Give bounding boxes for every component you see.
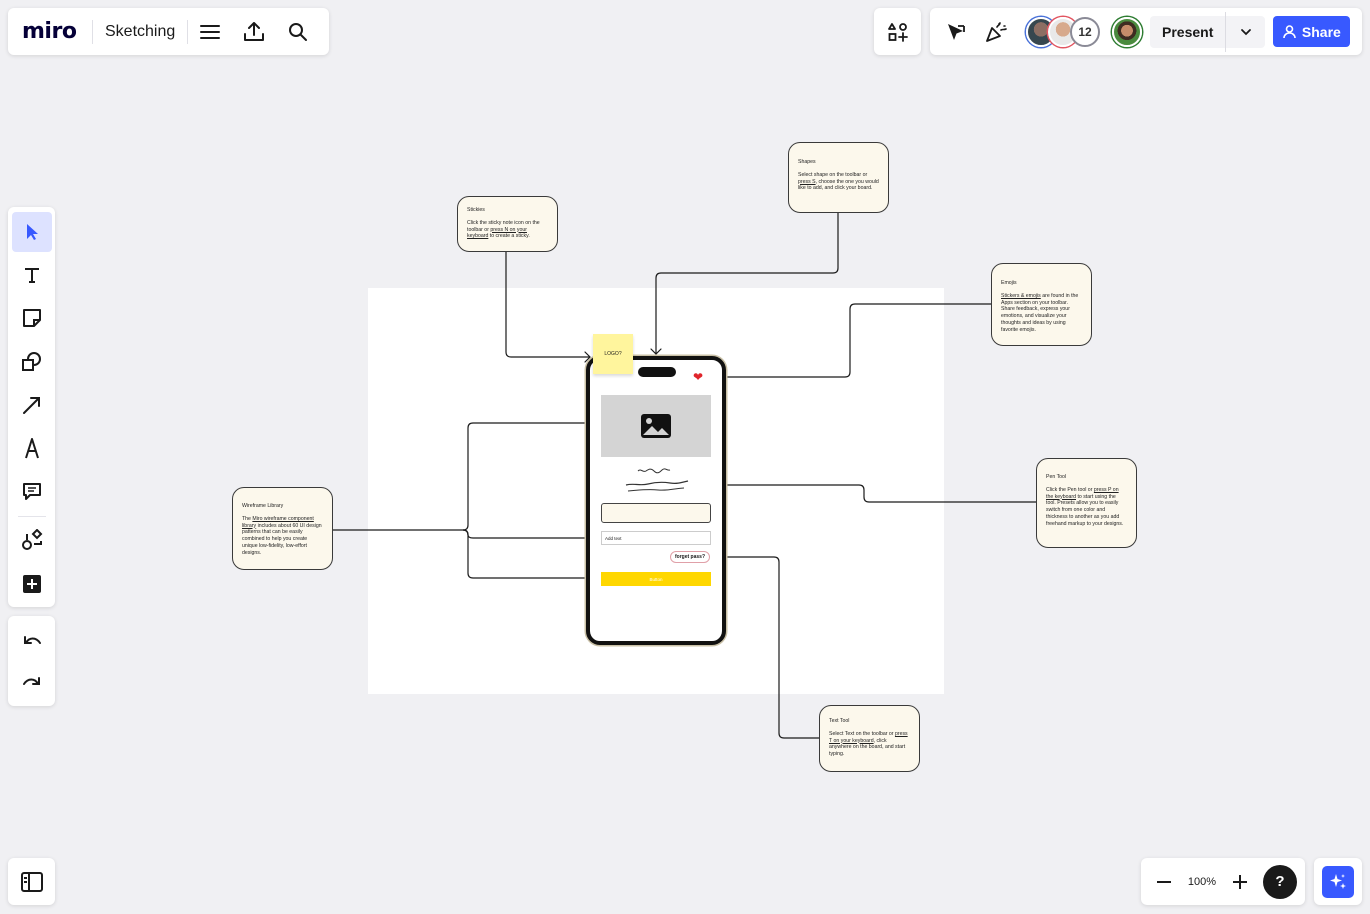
celebrate-button[interactable] [976, 12, 1016, 52]
miro-logo[interactable]: miro [22, 19, 92, 44]
collaborator-count-badge[interactable]: 12 [1070, 16, 1100, 47]
apps-icon [887, 22, 908, 42]
apps-button[interactable] [874, 8, 921, 55]
zoom-out-button[interactable] [1147, 865, 1181, 899]
ai-assist-panel [1314, 858, 1362, 905]
shapes-icon [21, 351, 41, 371]
collaboration-cursors-button[interactable] [936, 12, 976, 52]
note-body: The Miro wireframe component library inc… [242, 515, 322, 556]
undo-icon [23, 635, 41, 644]
redo-button[interactable] [12, 662, 52, 702]
connection-line-tool[interactable] [12, 385, 52, 425]
text-icon [24, 268, 39, 284]
avatar[interactable] [1112, 16, 1142, 47]
shapes-tool[interactable] [12, 342, 52, 382]
note-body: Click the Pen tool or press P on the key… [1046, 486, 1124, 527]
plus-square-icon [22, 574, 41, 593]
sidebar-panel-icon [20, 871, 43, 892]
note-title: Shapes [798, 159, 816, 165]
note-title: Pen Tool [1046, 474, 1067, 480]
collaborator-avatars[interactable]: 12 [1026, 16, 1142, 47]
text-field[interactable]: Add text [601, 531, 711, 545]
creation-toolbar [8, 207, 55, 607]
upload-icon [244, 21, 265, 41]
comment-icon [22, 483, 41, 501]
board-header: miro Sketching [8, 8, 329, 55]
main-menu-button[interactable] [188, 12, 232, 52]
input-placeholder[interactable] [601, 503, 711, 523]
note-emojis[interactable]: Emojis Stickers & emojis are found in th… [991, 263, 1092, 346]
submit-button[interactable]: Button [601, 572, 711, 586]
search-icon [289, 22, 308, 41]
pen-icon [24, 437, 39, 459]
sticky-note-tool[interactable] [12, 298, 52, 338]
select-tool[interactable] [11, 212, 52, 252]
toolbar-divider [17, 515, 46, 517]
history-toolbar [8, 616, 55, 706]
scribble-drawing[interactable] [624, 465, 694, 495]
pen-tool[interactable] [12, 428, 52, 468]
image-placeholder[interactable] [601, 395, 711, 457]
ai-assist-button[interactable] [1322, 865, 1354, 898]
note-text-tool[interactable]: Text Tool Select Text on the toolbar or … [819, 705, 920, 772]
zoom-level[interactable]: 100% [1181, 876, 1223, 888]
hamburger-icon [200, 24, 221, 39]
export-button[interactable] [232, 12, 276, 52]
cursor-icon [26, 223, 38, 240]
note-body: Select Text on the toolbar or press T on… [829, 730, 908, 757]
chevron-down-icon [1240, 28, 1251, 35]
minus-icon [1157, 880, 1171, 883]
cursor-select-icon [948, 23, 965, 40]
note-pen-tool[interactable]: Pen Tool Click the Pen tool or press P o… [1036, 458, 1137, 548]
diagram-icon [21, 529, 42, 551]
note-title: Wireframe Library [242, 503, 284, 509]
note-body: Select shape on the toolbar or press S, … [798, 171, 879, 192]
note-title: Text Tool [829, 718, 850, 724]
zoom-controls: 100% ? [1141, 858, 1305, 905]
present-button[interactable]: Present [1150, 24, 1225, 40]
phone-notch [638, 367, 676, 377]
more-tools-button[interactable] [12, 564, 52, 604]
note-body: Click the sticky note icon on the toolba… [467, 219, 540, 240]
search-button[interactable] [276, 12, 320, 52]
present-button-group: Present [1150, 11, 1266, 52]
undo-button[interactable] [12, 621, 52, 661]
note-title: Stickies [467, 207, 485, 213]
plus-icon [1233, 874, 1247, 889]
templates-tool[interactable] [12, 521, 52, 561]
note-stickies[interactable]: Stickies Click the sticky note icon on t… [457, 196, 558, 252]
image-icon [641, 414, 671, 438]
user-icon [1283, 24, 1296, 38]
forgot-password-link[interactable]: forget pass? [670, 551, 711, 563]
phone-wireframe[interactable]: ❤ Add text forget pass? Button [586, 356, 726, 645]
help-button[interactable]: ? [1263, 864, 1297, 899]
share-label: Share [1301, 23, 1341, 40]
note-wireframe-library[interactable]: Wireframe Library The Miro wireframe com… [232, 487, 333, 570]
sticky-note-icon [22, 309, 41, 328]
party-popper-icon [986, 21, 1007, 42]
present-options-button[interactable] [1225, 11, 1265, 52]
arrow-line-icon [22, 396, 40, 414]
sparkle-icon [1330, 873, 1346, 889]
note-title: Emojis [1001, 280, 1017, 286]
note-body: Stickers & emojis are found in the Apps … [1001, 292, 1079, 333]
redo-icon [22, 676, 40, 685]
frames-panel-button[interactable] [8, 858, 55, 905]
zoom-in-button[interactable] [1223, 865, 1257, 899]
heart-emoji-icon[interactable]: ❤ [693, 371, 703, 383]
note-shapes[interactable]: Shapes Select shape on the toolbar or pr… [788, 142, 889, 213]
board-title[interactable]: Sketching [93, 23, 187, 41]
comment-tool[interactable] [12, 471, 52, 511]
share-button[interactable]: Share [1273, 16, 1351, 47]
text-tool[interactable] [12, 255, 52, 295]
collaboration-bar: 12 Present Share [930, 8, 1362, 55]
sticky-note[interactable]: LOGO? [593, 334, 633, 374]
